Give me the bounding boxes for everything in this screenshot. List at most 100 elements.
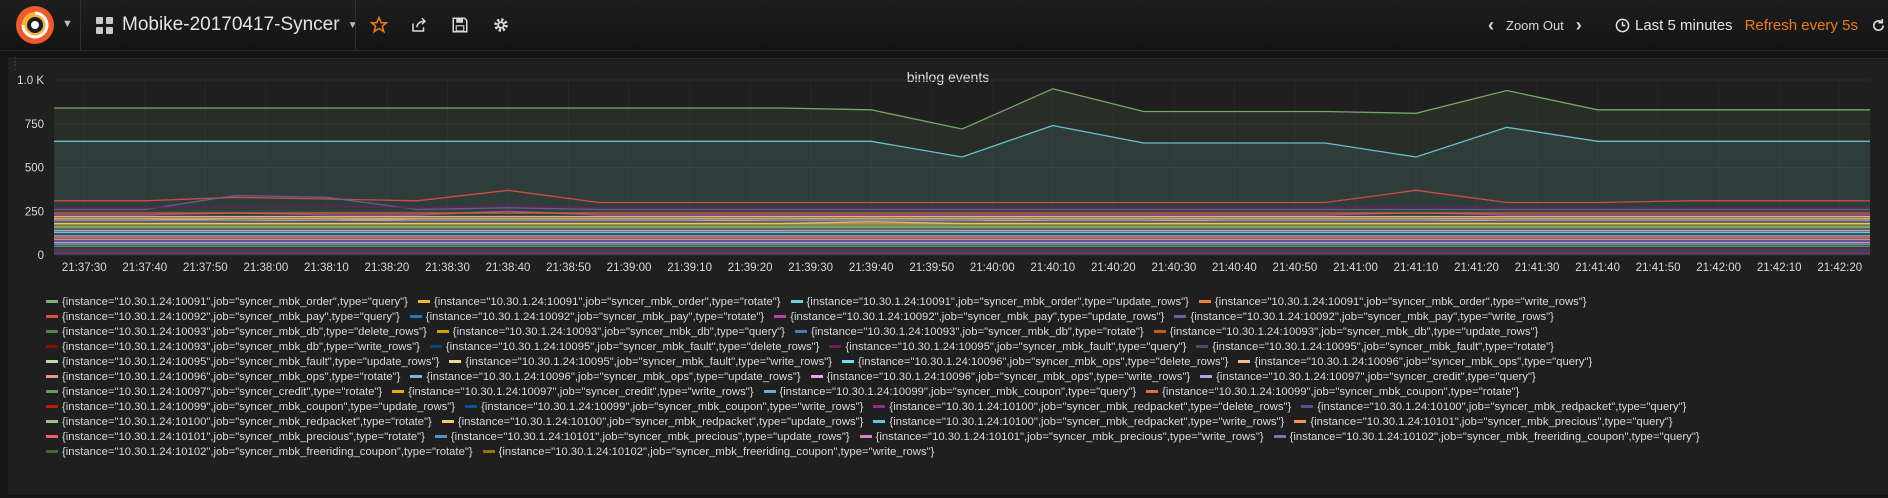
legend-item[interactable]: {instance="10.30.1.24:10091",job="syncer… — [46, 295, 408, 310]
x-tick-label: 21:37:40 — [122, 262, 167, 274]
legend-item[interactable]: {instance="10.30.1.24:10095",job="syncer… — [46, 355, 439, 370]
legend-item[interactable]: {instance="10.30.1.24:10100",job="syncer… — [441, 415, 863, 430]
x-tick-label: 21:39:10 — [667, 262, 712, 274]
legend-row: {instance="10.30.1.24:10093",job="syncer… — [46, 325, 1878, 340]
legend-item[interactable]: {instance="10.30.1.24:10099",job="syncer… — [465, 400, 863, 415]
legend-item[interactable]: {instance="10.30.1.24:10092",job="syncer… — [409, 310, 765, 325]
legend-label: {instance="10.30.1.24:10092",job="syncer… — [425, 311, 765, 323]
x-tick-label: 21:39:50 — [909, 262, 954, 274]
legend-item[interactable]: {instance="10.30.1.24:10095",job="syncer… — [429, 340, 819, 355]
legend-item[interactable]: {instance="10.30.1.24:10093",job="syncer… — [46, 340, 420, 355]
legend-label: {instance="10.30.1.24:10096",job="syncer… — [426, 371, 801, 383]
legend-item[interactable]: {instance="10.30.1.24:10099",job="syncer… — [1146, 385, 1519, 400]
legend-swatch — [46, 389, 58, 393]
legend-item[interactable]: {instance="10.30.1.24:10096",job="syncer… — [46, 370, 400, 385]
share-icon — [412, 17, 427, 32]
time-range-label: Last 5 minutes — [1635, 16, 1733, 34]
legend-row: {instance="10.30.1.24:10091",job="syncer… — [46, 295, 1878, 310]
legend-item[interactable]: {instance="10.30.1.24:10093",job="syncer… — [436, 325, 785, 340]
legend-swatch — [774, 314, 787, 318]
legend-item[interactable]: {instance="10.30.1.24:10096",job="syncer… — [1238, 355, 1592, 370]
legend-item[interactable]: {instance="10.30.1.24:10100",job="syncer… — [873, 415, 1284, 430]
legend-item[interactable]: {instance="10.30.1.24:10100",job="syncer… — [46, 415, 432, 430]
legend-swatch — [810, 374, 823, 378]
legend-item[interactable]: {instance="10.30.1.24:10095",job="syncer… — [829, 340, 1186, 355]
legend-item[interactable]: {instance="10.30.1.24:10093",job="syncer… — [1153, 325, 1539, 340]
x-tick-label: 21:40:50 — [1273, 262, 1318, 274]
y-tick-label: 500 — [25, 163, 44, 175]
refresh-icon — [1872, 18, 1884, 31]
legend-item[interactable]: {instance="10.30.1.24:10099",job="syncer… — [763, 385, 1137, 400]
legend-item[interactable]: {instance="10.30.1.24:10101",job="syncer… — [46, 430, 425, 445]
legend-item[interactable]: {instance="10.30.1.24:10099",job="syncer… — [46, 400, 455, 415]
legend-label: {instance="10.30.1.24:10097",job="syncer… — [62, 386, 383, 398]
x-tick-label: 21:41:20 — [1454, 262, 1499, 274]
legend-item[interactable]: {instance="10.30.1.24:10091",job="syncer… — [790, 295, 1189, 310]
legend-item[interactable]: {instance="10.30.1.24:10101",job="syncer… — [434, 430, 850, 445]
legend-item[interactable]: {instance="10.30.1.24:10097",job="syncer… — [1200, 370, 1536, 385]
legend-label: {instance="10.30.1.24:10093",job="syncer… — [62, 341, 420, 353]
share-button[interactable] — [407, 13, 431, 37]
legend-item[interactable]: {instance="10.30.1.24:10092",job="syncer… — [1174, 310, 1554, 325]
legend-swatch — [46, 449, 58, 453]
legend-item[interactable]: {instance="10.30.1.24:10092",job="syncer… — [46, 310, 400, 325]
legend-item[interactable]: {instance="10.30.1.24:10095",job="syncer… — [1196, 340, 1554, 355]
grafana-menu[interactable]: ▼ — [10, 4, 78, 46]
legend-item[interactable]: {instance="10.30.1.24:10091",job="syncer… — [417, 295, 781, 310]
refresh-button[interactable] — [1868, 13, 1888, 37]
legend-item[interactable]: {instance="10.30.1.24:10102",job="syncer… — [46, 445, 473, 460]
x-tick-label: 21:39:40 — [849, 262, 894, 274]
legend-item[interactable]: {instance="10.30.1.24:10100",job="syncer… — [873, 400, 1291, 415]
settings-button[interactable] — [489, 13, 513, 37]
legend-item[interactable]: {instance="10.30.1.24:10091",job="syncer… — [1198, 295, 1587, 310]
legend-item[interactable]: {instance="10.30.1.24:10096",job="syncer… — [410, 370, 801, 385]
legend-item[interactable]: {instance="10.30.1.24:10097",job="syncer… — [46, 385, 382, 400]
legend-swatch — [46, 419, 58, 423]
legend-item[interactable]: {instance="10.30.1.24:10092",job="syncer… — [774, 310, 1164, 325]
legend-item[interactable]: {instance="10.30.1.24:10102",job="syncer… — [482, 445, 934, 460]
time-picker[interactable]: Last 5 minutes Refresh every 5s — [1615, 0, 1858, 50]
legend-label: {instance="10.30.1.24:10095",job="syncer… — [62, 356, 440, 368]
legend-label: {instance="10.30.1.24:10096",job="syncer… — [1254, 356, 1593, 368]
line-chart[interactable]: 0 250 500 750 1.0 K 21:37:30 21:37:40 21:37:50 2… — [8, 59, 1888, 295]
save-button[interactable] — [448, 13, 472, 37]
x-tick-label: 21:41:40 — [1575, 262, 1620, 274]
legend-item[interactable]: {instance="10.30.1.24:10101",job="syncer… — [859, 430, 1264, 445]
legend-swatch — [46, 314, 58, 318]
x-tick-label: 21:37:30 — [62, 262, 107, 274]
chevron-left-icon[interactable]: ‹ — [1488, 15, 1494, 36]
legend-item[interactable]: {instance="10.30.1.24:10095",job="syncer… — [449, 355, 832, 370]
legend-item[interactable]: {instance="10.30.1.24:10093",job="syncer… — [46, 325, 427, 340]
legend-label: {instance="10.30.1.24:10100",job="syncer… — [62, 416, 432, 428]
dashboard-picker[interactable]: Mobike-20170417-Syncer ▼ — [96, 0, 357, 50]
legend-item[interactable]: {instance="10.30.1.24:10100",job="syncer… — [1301, 400, 1686, 415]
legend-item[interactable]: {instance="10.30.1.24:10097",job="syncer… — [392, 385, 754, 400]
legend-label: {instance="10.30.1.24:10092",job="syncer… — [790, 311, 1165, 323]
legend-swatch — [763, 389, 776, 393]
legend-swatch — [46, 404, 58, 408]
refresh-interval-label: Refresh every 5s — [1744, 16, 1858, 34]
legend-swatch — [1174, 314, 1187, 318]
legend-label: {instance="10.30.1.24:10102",job="syncer… — [1289, 431, 1700, 443]
legend-item[interactable]: {instance="10.30.1.24:10096",job="syncer… — [810, 370, 1190, 385]
legend-item[interactable]: {instance="10.30.1.24:10093",job="syncer… — [794, 325, 1144, 340]
legend-item[interactable]: {instance="10.30.1.24:10102",job="syncer… — [1273, 430, 1700, 445]
x-tick-label: 21:38:20 — [365, 262, 410, 274]
x-tick-label: 21:39:20 — [728, 262, 773, 274]
legend-swatch — [790, 299, 803, 303]
zoom-out-button[interactable]: Zoom Out — [1506, 18, 1564, 33]
chevron-right-icon[interactable]: › — [1576, 15, 1582, 36]
legend-item[interactable]: {instance="10.30.1.24:10101",job="syncer… — [1294, 415, 1673, 430]
legend-label: {instance="10.30.1.24:10101",job="syncer… — [450, 431, 850, 443]
legend-swatch — [873, 404, 886, 408]
legend-row: {instance="10.30.1.24:10092",job="syncer… — [46, 310, 1878, 325]
legend-label: {instance="10.30.1.24:10093",job="syncer… — [1169, 326, 1539, 338]
gear-icon — [494, 18, 508, 32]
legend-label: {instance="10.30.1.24:10091",job="syncer… — [62, 296, 408, 308]
legend-label: {instance="10.30.1.24:10091",job="syncer… — [1214, 296, 1587, 308]
legend-item[interactable]: {instance="10.30.1.24:10096",job="syncer… — [842, 355, 1228, 370]
legend-label: {instance="10.30.1.24:10093",job="syncer… — [452, 326, 785, 338]
x-tick-label: 21:38:30 — [425, 262, 470, 274]
star-button[interactable] — [367, 13, 391, 37]
legend-label: {instance="10.30.1.24:10099",job="syncer… — [779, 386, 1137, 398]
